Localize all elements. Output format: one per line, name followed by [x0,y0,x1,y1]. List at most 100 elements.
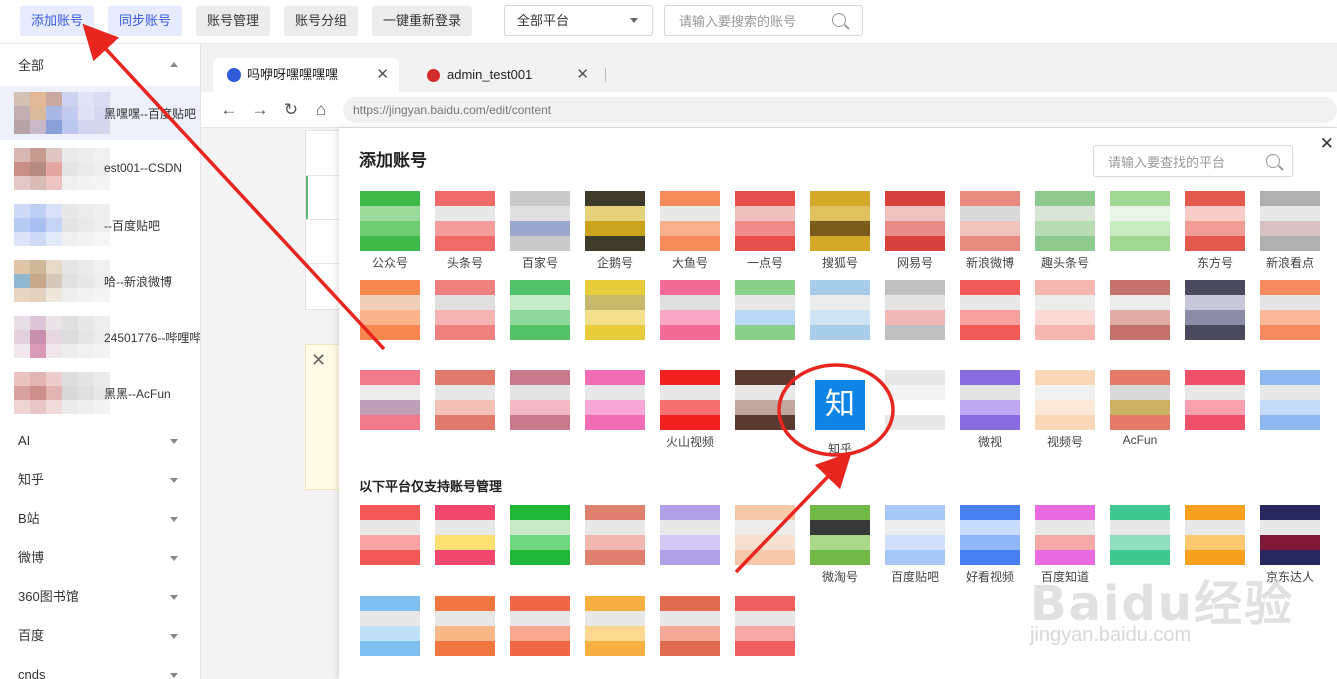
platform-tile[interactable]: 视频号 [1035,370,1097,450]
platform-tile[interactable]: 网易号 [885,191,947,271]
baidu-jingyan-watermark: Baidu经验 jingyan.baidu.com [1024,564,1294,674]
platform-tile[interactable] [510,596,572,676]
browser-tab[interactable]: 吗咿呀嘿嘿嘿嘿 ✕ [213,58,399,92]
platform-tile[interactable]: AcFun [1110,370,1172,450]
platform-tile[interactable] [585,280,647,360]
platform-logo-icon [885,280,945,340]
platform-tile[interactable] [585,596,647,676]
browser-tab[interactable]: admin_test001 ✕ [413,58,599,92]
platform-logo-icon [360,280,420,340]
group-all[interactable]: 全部 [0,48,200,84]
account-manage-button[interactable]: 账号管理 [196,6,271,36]
group-weibo[interactable]: 微博 [0,540,200,576]
account-avatar [14,260,110,302]
account-label: 哈--新浪微博 [104,275,172,289]
account-avatar [14,92,110,134]
group-bilibili[interactable]: B站 [0,501,200,537]
account-item[interactable]: 黑黑--AcFun [0,366,200,420]
platform-logo-icon [510,370,570,430]
platform-select[interactable]: 全部平台 [504,5,653,36]
platform-tile[interactable]: 好看视频 [960,505,1022,585]
platform-tile[interactable] [735,370,797,450]
platform-tile[interactable] [360,280,422,360]
platform-tile[interactable] [510,505,572,585]
platform-tile[interactable] [585,370,647,450]
platform-tile[interactable] [1260,280,1322,360]
platform-tile[interactable] [660,280,722,360]
close-icon[interactable]: ✕ [1320,134,1334,154]
platform-tile[interactable]: 企鹅号 [585,191,647,271]
platform-search-input[interactable] [1108,153,1258,171]
platform-tile[interactable]: 百家号 [510,191,572,271]
platform-tile[interactable] [735,280,797,360]
platform-tile[interactable]: 微视 [960,370,1022,450]
search-icon[interactable] [832,13,846,27]
platform-tile[interactable]: 东方号 [1185,191,1247,271]
platform-tile[interactable] [885,280,947,360]
sync-account-button[interactable]: 同步账号 [108,6,183,36]
platform-tile[interactable]: 头条号 [435,191,497,271]
platform-tile[interactable] [435,280,497,360]
platform-tile[interactable]: 火山视频 [660,370,722,450]
group-ai[interactable]: AI [0,423,200,459]
account-search-input[interactable] [679,12,829,30]
platform-tile[interactable]: 新浪看点 [1260,191,1322,271]
platform-tile[interactable] [435,370,497,450]
close-tab-icon[interactable]: ✕ [376,58,389,92]
platform-tile[interactable] [435,596,497,676]
platform-tile[interactable] [735,505,797,585]
platform-tile[interactable] [735,596,797,676]
platform-tile[interactable] [510,370,572,450]
platform-tile[interactable] [660,505,722,585]
group-cnds[interactable]: cnds [0,657,200,679]
account-group-button[interactable]: 账号分组 [284,6,359,36]
forward-arrow-icon[interactable]: → [250,100,270,120]
platform-tile[interactable] [360,370,422,450]
group-baidu[interactable]: 百度 [0,618,200,654]
platform-tile[interactable]: 一点号 [735,191,797,271]
platform-tile[interactable] [1185,370,1247,450]
platform-tile[interactable]: 大鱼号 [660,191,722,271]
add-account-button[interactable]: 添加账号 [20,6,95,36]
platform-tile[interactable] [1110,191,1172,271]
platform-name: 头条号 [446,256,483,270]
close-notice-icon[interactable]: ✕ [311,350,326,371]
platform-tile[interactable] [435,505,497,585]
platform-tile[interactable]: 公众号 [360,191,422,271]
platform-tile[interactable] [1035,280,1097,360]
platform-tile[interactable] [360,505,422,585]
zhihu-logo-icon[interactable]: 知 [815,380,865,430]
platform-tile[interactable] [510,280,572,360]
url-field[interactable]: https://jingyan.baidu.com/edit/content [343,97,1337,123]
platform-logo-icon [1260,505,1320,565]
group-360doc[interactable]: 360图书馆 [0,579,200,615]
account-item[interactable]: 24501776--哔哩哔 [0,310,200,364]
relogin-all-button[interactable]: 一键重新登录 [372,6,473,36]
platform-tile[interactable]: 趣头条号 [1035,191,1097,271]
platform-tile[interactable]: 百度贴吧 [885,505,947,585]
account-item[interactable]: 哈--新浪微博 [0,254,200,308]
platform-tile[interactable] [585,505,647,585]
account-item[interactable]: --百度贴吧 [0,198,200,252]
platform-tile[interactable] [810,280,872,360]
platform-tile[interactable] [1185,280,1247,360]
platform-tile[interactable]: 微淘号 [810,505,872,585]
group-zhihu[interactable]: 知乎 [0,462,200,498]
platform-tile[interactable]: 新浪微博 [960,191,1022,271]
reload-icon[interactable]: ↻ [281,100,301,120]
platform-tile[interactable] [1110,280,1172,360]
platform-logo-icon [960,191,1020,251]
account-item[interactable]: 黑嘿嘿--百度贴吧 [0,86,200,140]
platform-tile[interactable] [1260,370,1322,450]
platform-tile[interactable]: 搜狐号 [810,191,872,271]
platform-tile[interactable] [360,596,422,676]
home-icon[interactable]: ⌂ [311,100,331,120]
platform-tile[interactable] [885,370,947,450]
search-icon[interactable] [1266,154,1280,168]
back-arrow-icon[interactable]: ← [219,100,239,120]
account-sidebar: 全部 黑嘿嘿--百度贴吧 est001--CSDN --百度贴吧 哈--新浪微博… [0,44,201,679]
platform-tile[interactable] [960,280,1022,360]
close-tab-icon[interactable]: ✕ [576,58,589,92]
account-item[interactable]: est001--CSDN [0,142,200,196]
platform-tile[interactable] [660,596,722,676]
